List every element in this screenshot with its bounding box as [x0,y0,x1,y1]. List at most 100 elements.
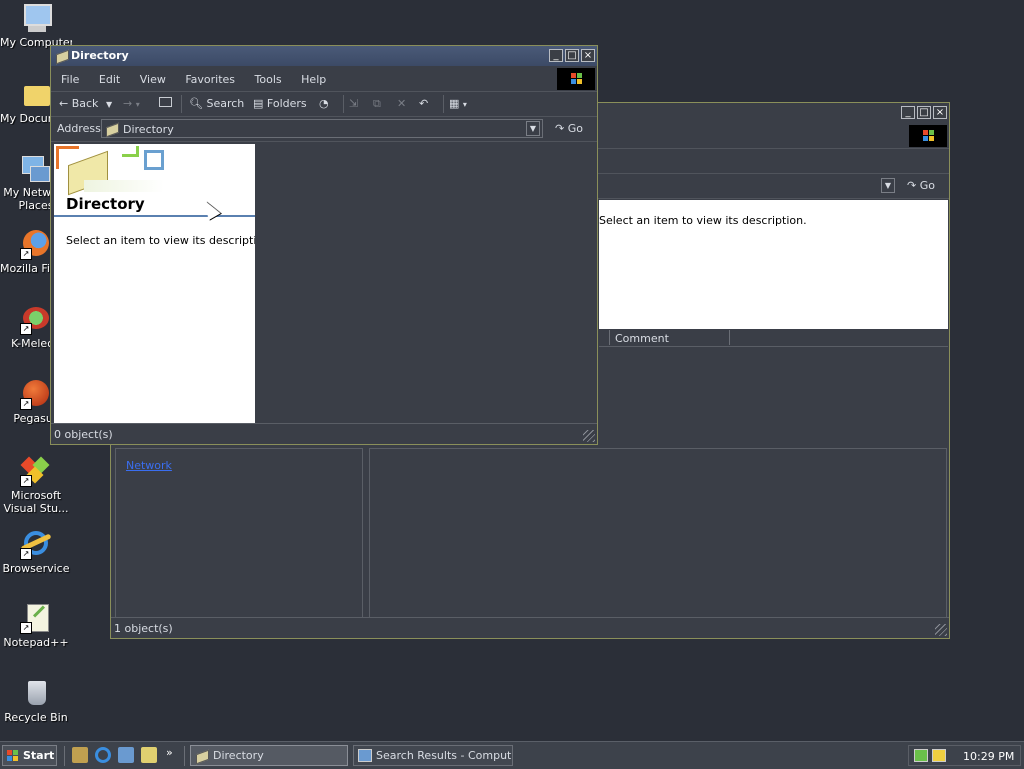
menu-view[interactable]: View [140,73,166,86]
resize-grip-icon[interactable] [935,624,947,636]
minimize-button[interactable]: _ [549,49,563,62]
copy-to-button[interactable]: ⧉ [373,97,381,111]
folders-button[interactable]: ▤ Folders [253,97,307,110]
desktop-icon-recycle-bin[interactable]: Recycle Bin [0,677,72,724]
up-folder-button[interactable] [159,97,172,110]
address-value: Directory [123,123,174,136]
status-text: 1 object(s) [114,622,173,635]
pegasus-icon: ↗ [20,378,52,410]
delete-button[interactable]: ✕ [397,97,406,110]
internet-explorer-icon: ↗ [20,528,52,560]
network-icon [20,152,52,184]
visual-studio-icon: ↗ [20,455,52,487]
chevron-down-icon: ▾ [462,100,467,109]
undo-button[interactable]: ↶ [419,97,428,110]
directory-window[interactable]: Directory _ □ × File Edit View Favorites… [50,45,598,445]
menu-help[interactable]: Help [301,73,326,86]
system-tray: 10:29 PM [908,745,1021,766]
internet-explorer-icon[interactable] [95,747,111,763]
start-button[interactable]: Start [2,745,57,766]
directory-book-icon [195,749,209,765]
maximize-button[interactable]: □ [565,49,579,62]
directory-book-icon [105,122,119,138]
window-title: Directory [71,49,129,62]
resize-grip-icon[interactable] [583,430,595,442]
search-button[interactable]: 🔍︎ Search [189,97,244,110]
menu-bar: File Edit View Favorites Tools Help [51,67,597,92]
show-desktop-icon[interactable] [72,747,88,763]
shortcut-arrow-icon: ↗ [20,622,32,634]
up-folder-icon [159,97,172,107]
back-button[interactable]: ← Back ▼ [59,97,112,110]
explorer-search-icon[interactable] [141,747,157,763]
history-icon: ◔ [319,97,329,110]
minimize-button[interactable]: _ [901,106,915,119]
maximize-button[interactable]: □ [917,106,931,119]
tray-app-icon[interactable] [932,749,946,762]
search-results-icon [358,749,372,762]
windows-logo-icon [909,125,947,147]
forward-button[interactable]: → ▾ [123,97,140,110]
close-button[interactable]: × [933,106,947,119]
start-label: Start [23,749,55,762]
windows-flag-icon [7,750,18,761]
panel-description: Select an item to view its description. [66,234,274,247]
shortcut-arrow-icon: ↗ [20,475,32,487]
shortcut-arrow-icon: ↗ [20,398,32,410]
desktop-icon-browservice[interactable]: ↗ Browservice [0,528,72,575]
info-panel: Directory Select an item to view its des… [54,144,274,423]
go-arrow-icon: ↷ [907,179,917,192]
desktop-icon-label: Notepad++ [3,636,69,649]
column-header-comment[interactable]: Comment [615,332,669,345]
desktop-icon-my-computer[interactable]: My Computer [0,2,72,49]
desktop-icon-visual-studio[interactable]: ↗ Microsoft Visual Stu... [0,455,72,515]
menu-tools[interactable]: Tools [255,73,282,86]
outlook-express-icon[interactable] [118,747,134,763]
address-bar: Address Directory ▼ ↷ Go [51,117,597,142]
desktop-icon-label: Recycle Bin [4,711,68,724]
address-input[interactable]: Directory ▼ [101,119,543,138]
recycle-bin-icon [20,677,52,709]
menu-favorites[interactable]: Favorites [185,73,235,86]
shortcut-arrow-icon: ↗ [20,548,32,560]
close-button[interactable]: × [581,49,595,62]
quick-launch-chevron-icon[interactable]: » [166,746,173,759]
title-bar[interactable]: Directory _ □ × [51,46,597,66]
status-bar: 1 object(s) [111,617,949,638]
chevron-down-icon: ▾ [135,100,140,109]
computer-icon [20,2,52,34]
panel-title: Directory [66,195,145,213]
search-icon: 🔍︎ [189,97,203,110]
go-button[interactable]: ↷ Go [555,122,583,135]
address-dropdown-button[interactable]: ▼ [526,121,540,136]
windows-logo-icon [557,68,595,90]
desktop-icon-notepad-plus-plus[interactable]: ↗ Notepad++ [0,602,72,649]
views-icon: ▦ [449,97,460,110]
desktop-icon-label: Microsoft Visual Stu... [3,489,69,515]
taskbar-item-directory[interactable]: Directory [190,745,348,766]
taskbar-item-search-results[interactable]: Search Results - Computers [353,745,513,766]
tray-network-icon[interactable] [914,749,928,762]
column-header-row: Comment [599,330,948,347]
views-button[interactable]: ▦ ▾ [449,97,467,110]
shortcut-arrow-icon: ↗ [20,248,32,260]
forward-arrow-icon: → [123,97,133,110]
copy-to-icon: ⧉ [373,97,381,110]
history-button[interactable]: ◔ [319,97,329,110]
k-meleon-icon: ↗ [20,303,52,335]
undo-icon: ↶ [419,97,429,110]
file-list-pane[interactable] [255,144,595,423]
back-arrow-icon: ← [59,97,69,110]
description-panel: Select an item to view its description. [599,200,948,329]
description-text: Select an item to view its description. [599,214,807,227]
go-button[interactable]: ↷ Go [907,179,935,192]
network-link[interactable]: Network [126,459,172,472]
move-to-button[interactable]: ⇲ [349,97,358,110]
menu-edit[interactable]: Edit [99,73,120,86]
directory-banner-icon [54,144,174,196]
address-dropdown-button[interactable]: ▼ [881,178,895,193]
delete-x-icon: ✕ [397,97,407,110]
clock[interactable]: 10:29 PM [963,750,1014,763]
desktop-icon-label: Browservice [2,562,70,575]
menu-file[interactable]: File [61,73,79,86]
